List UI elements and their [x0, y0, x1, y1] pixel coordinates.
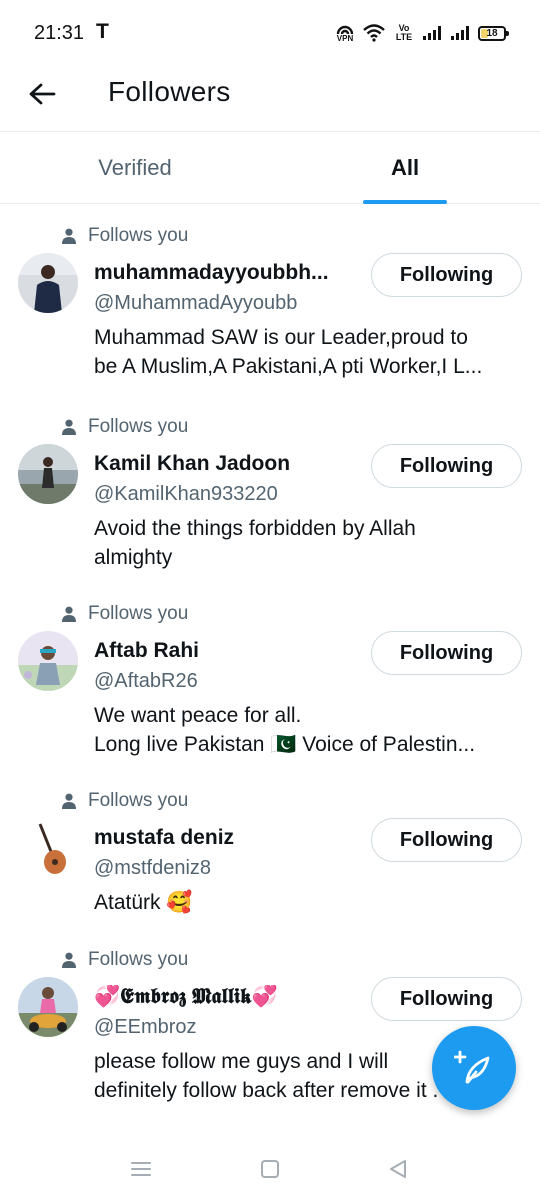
signal-icon-2: [450, 25, 470, 41]
follows-you-label: Follows you: [88, 949, 189, 970]
person-icon: [62, 228, 76, 244]
person-icon: [62, 606, 76, 622]
carrier-icon: T: [96, 20, 109, 43]
user-handle[interactable]: @KamilKhan933220: [94, 483, 278, 506]
page-title: Followers: [108, 76, 231, 107]
user-bio: We want peace for all. Long live Pakista…: [94, 704, 476, 756]
signal-icon-1: [422, 25, 442, 41]
battery-level: 18: [486, 27, 498, 39]
user-handle[interactable]: @mstfdeniz8: [94, 857, 211, 880]
back-button[interactable]: [22, 74, 62, 114]
compose-post-icon: [454, 1050, 490, 1084]
arrow-left-icon: [29, 83, 56, 105]
follows-you-row: Follows you: [62, 601, 188, 627]
following-button[interactable]: Following: [371, 444, 522, 488]
avatar[interactable]: [18, 818, 78, 878]
display-name[interactable]: 💞𝕰𝖒𝖇𝖗𝖔𝖟 𝕸𝖆𝖑𝖑𝖎𝖐💞: [94, 985, 356, 1009]
volte-icon: Vo LTE: [395, 23, 413, 42]
user-handle[interactable]: @AftabR26: [94, 670, 198, 693]
avatar[interactable]: [18, 444, 78, 504]
follows-you-row: Follows you: [62, 414, 188, 440]
system-nav-bar: [0, 1136, 540, 1200]
vpn-icon: VPN: [336, 23, 354, 43]
system-back-button[interactable]: [383, 1154, 413, 1184]
user-bio: Avoid the things forbidden by Allah almi…: [94, 517, 416, 569]
person-icon: [62, 793, 76, 809]
status-icons: VPN Vo LTE 18: [336, 20, 509, 46]
tab-indicator: [363, 200, 447, 204]
display-name[interactable]: mustafa deniz: [94, 826, 356, 850]
follows-you-row: Follows you: [62, 947, 188, 973]
tab-verified[interactable]: Verified: [0, 132, 270, 204]
app-header: Followers: [0, 64, 540, 132]
following-button[interactable]: Following: [371, 631, 522, 675]
person-icon: [62, 952, 76, 968]
user-bio: Atatürk 🥰: [94, 891, 193, 914]
follows-you-label: Follows you: [88, 603, 189, 624]
user-bio: Muhammad SAW is our Leader,proud to be A…: [94, 326, 483, 378]
follows-you-row: Follows you: [62, 223, 188, 249]
status-bar: 21:31 T VPN Vo LTE 18: [0, 0, 540, 64]
battery-icon: 18: [478, 25, 509, 41]
user-handle[interactable]: @EEmbroz: [94, 1016, 197, 1039]
recent-apps-button[interactable]: [126, 1154, 156, 1184]
avatar[interactable]: [18, 253, 78, 313]
wifi-icon: [362, 23, 386, 43]
following-button[interactable]: Following: [371, 253, 522, 297]
square-icon: [261, 1160, 279, 1178]
display-name[interactable]: Aftab Rahi: [94, 639, 356, 663]
following-button[interactable]: Following: [371, 818, 522, 862]
compose-button[interactable]: [432, 1026, 516, 1110]
follows-you-row: Follows you: [62, 788, 188, 814]
tab-bar: Verified All: [0, 132, 540, 204]
avatar[interactable]: [18, 631, 78, 691]
follows-you-label: Follows you: [88, 416, 189, 437]
display-name[interactable]: Kamil Khan Jadoon: [94, 452, 356, 476]
user-handle[interactable]: @MuhammadAyyoubb: [94, 292, 297, 315]
display-name[interactable]: muhammadayyoubbh...: [94, 261, 356, 285]
status-time: 21:31: [34, 22, 85, 44]
person-icon: [62, 419, 76, 435]
follows-you-label: Follows you: [88, 790, 189, 811]
avatar[interactable]: [18, 977, 78, 1037]
following-button[interactable]: Following: [371, 977, 522, 1021]
follows-you-label: Follows you: [88, 225, 189, 246]
menu-icon: [131, 1162, 151, 1176]
home-button[interactable]: [255, 1154, 285, 1184]
tab-all[interactable]: All: [270, 132, 540, 204]
triangle-back-icon: [390, 1160, 406, 1178]
